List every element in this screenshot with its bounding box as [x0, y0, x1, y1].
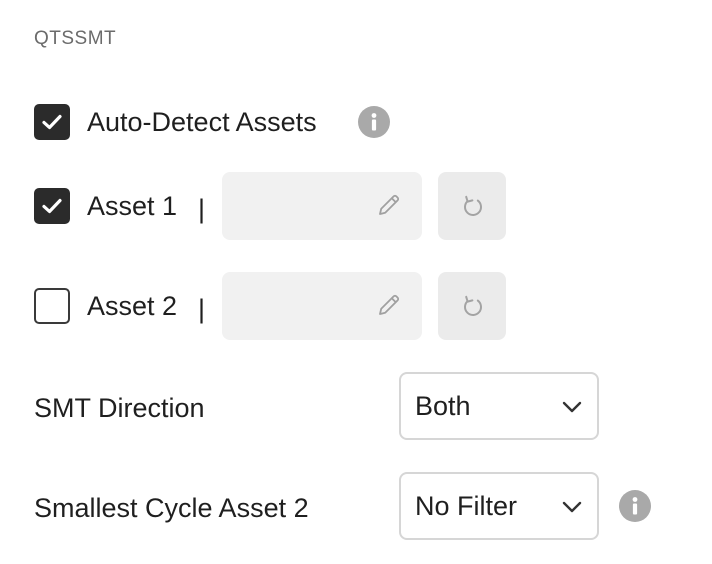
asset-1-label: Asset 1	[87, 191, 178, 221]
smt-direction-label: SMT Direction	[34, 393, 205, 423]
asset-2-label: Asset 2	[87, 291, 178, 321]
auto-detect-label: Auto-Detect Assets	[87, 107, 317, 137]
asset-1-separator: |	[198, 194, 206, 224]
pencil-icon	[379, 194, 400, 215]
asset-2-checkbox[interactable]	[34, 288, 70, 324]
pencil-icon	[379, 294, 400, 315]
auto-detect-checkbox[interactable]	[34, 104, 70, 140]
smallest-cycle-label: Smallest Cycle Asset 2	[34, 493, 309, 523]
reset-icon	[464, 295, 482, 316]
asset-2-separator: |	[198, 294, 206, 324]
chevron-down-icon	[562, 401, 582, 413]
asset-1-reset-button[interactable]	[438, 172, 506, 240]
chevron-down-icon	[562, 501, 582, 513]
asset-1-symbol-field[interactable]	[222, 172, 422, 240]
checkmark-icon	[42, 198, 62, 214]
smt-direction-select[interactable]: Both	[399, 372, 599, 440]
reset-icon	[464, 195, 482, 216]
smt-direction-value: Both	[415, 391, 471, 421]
asset-2-symbol-field[interactable]	[222, 272, 422, 340]
section-title: QTSSMT	[34, 28, 117, 49]
smallest-cycle-value: No Filter	[415, 491, 518, 521]
smallest-cycle-select[interactable]: No Filter	[399, 472, 599, 540]
asset-1-checkbox[interactable]	[34, 188, 70, 224]
checkmark-icon	[42, 114, 62, 130]
auto-detect-info-icon[interactable]	[358, 106, 390, 138]
smallest-cycle-info-icon[interactable]	[619, 490, 651, 522]
asset-2-reset-button[interactable]	[438, 272, 506, 340]
